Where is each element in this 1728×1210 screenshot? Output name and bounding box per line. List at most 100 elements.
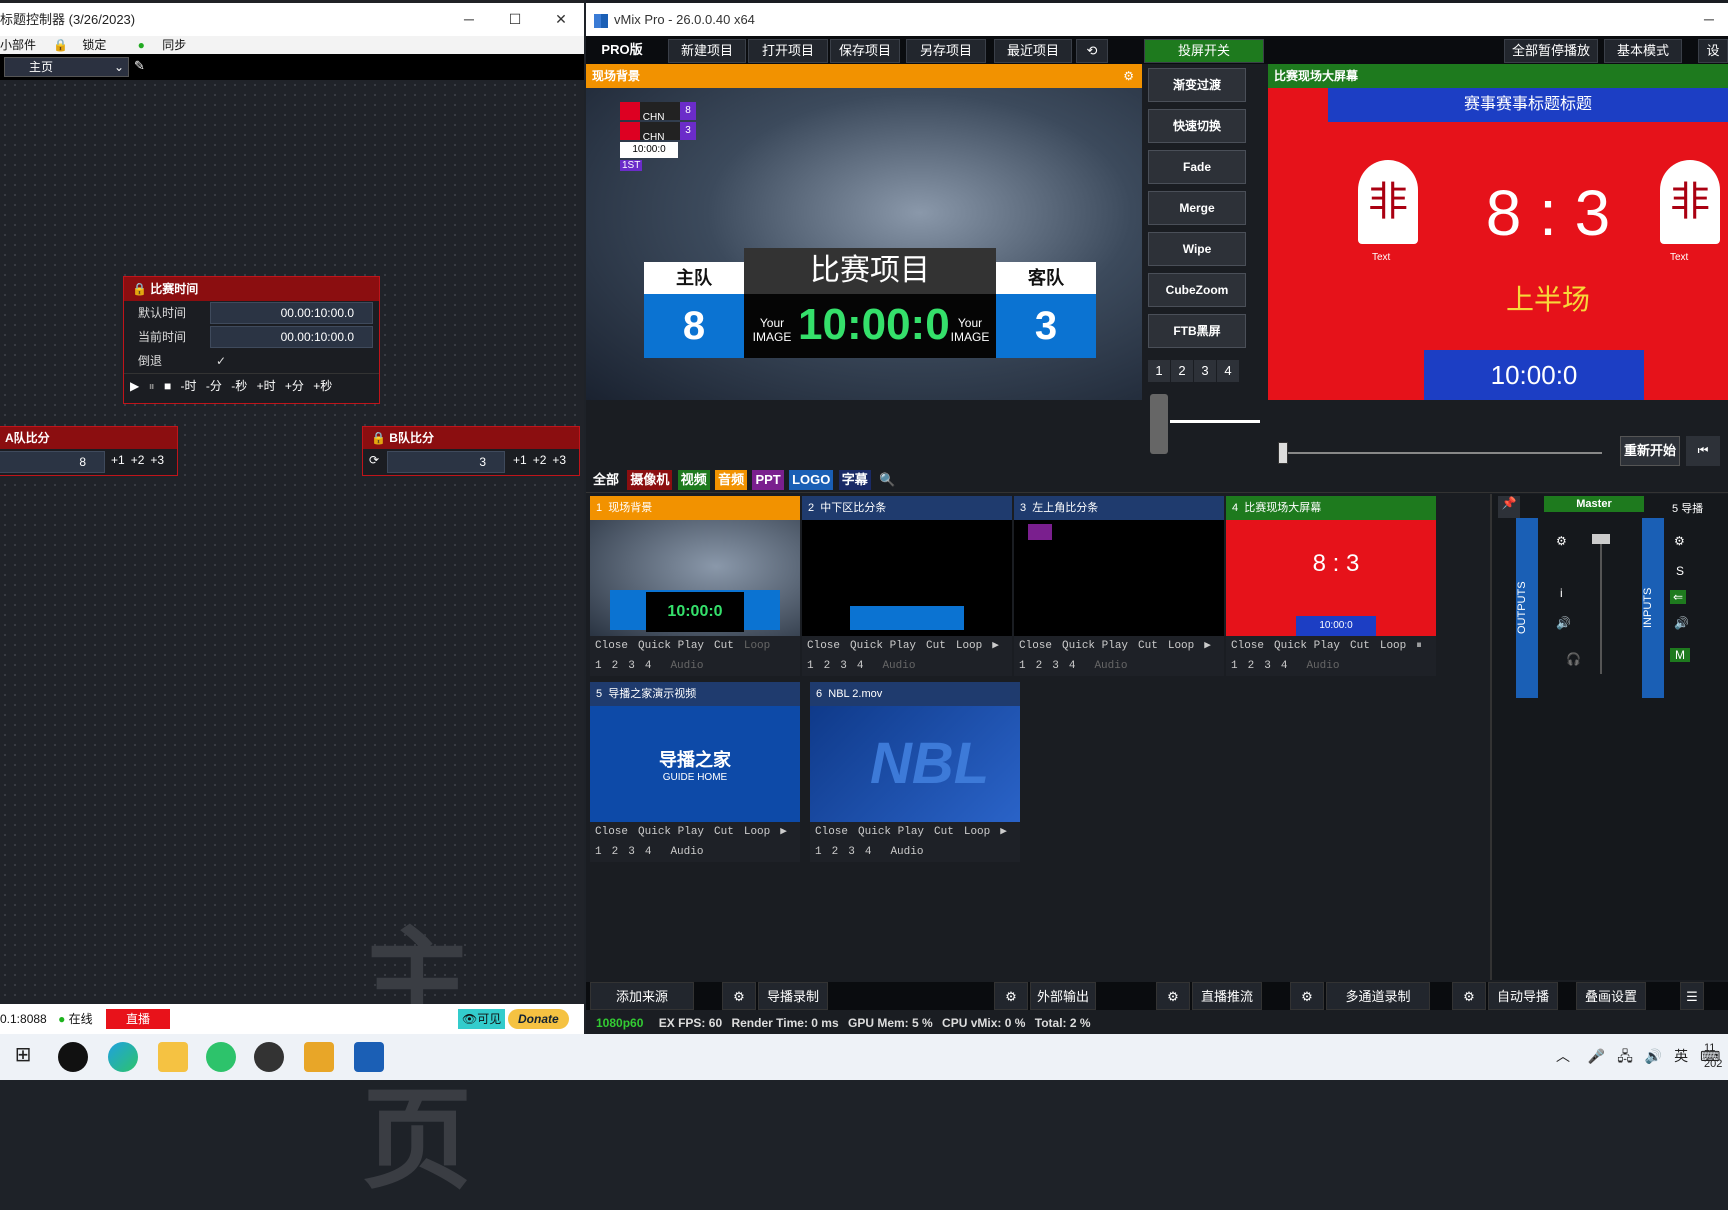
edit-icon[interactable]: ✎ [134,58,145,74]
donate-button[interactable]: Donate [508,1009,569,1029]
visible-toggle[interactable]: 👁可见 [458,1009,506,1029]
qq-icon[interactable] [58,1042,88,1072]
minus-second-button[interactable]: -秒 [231,374,247,398]
chevron-up-icon[interactable]: ︿ [1556,1048,1570,1064]
ftb-button[interactable]: FTB黑屏 [1148,314,1246,348]
fade-transition-button[interactable]: 渐变过渡 [1148,68,1246,102]
minimize-button[interactable]: ─ [446,3,492,36]
microphone-icon[interactable]: 🎤 [1588,1048,1605,1064]
team-b-score-field[interactable]: 3 [387,451,505,473]
external-output-button[interactable]: 外部输出 [1030,982,1096,1010]
tab-ppt[interactable]: PPT [752,470,784,490]
folder-icon[interactable] [158,1042,188,1072]
cubezoom-button[interactable]: CubeZoom [1148,273,1246,307]
gear-icon[interactable]: ⚙ [1452,982,1486,1010]
input-4[interactable]: 4 比赛现场大屏幕 8 : 3 10:00:0 Close Quick Play C… [1226,496,1436,676]
menu-icon[interactable]: ☰ [1680,982,1704,1010]
menu-lock[interactable]: 🔒 锁定 [53,38,120,52]
tab-audio[interactable]: 音频 [715,470,748,490]
overlay-settings-button[interactable]: 叠画设置 [1576,982,1646,1010]
page-select[interactable]: 主页 ⌄ [4,57,129,77]
input-6[interactable]: 6 NBL 2.mov NBL Close Quick Play Cut Loop ▶ … [810,682,1020,862]
skip-back-icon[interactable]: ⏮ [1686,436,1720,466]
plus-two-button[interactable]: +2 [131,453,145,467]
gear-icon[interactable]: ⚙ [994,982,1028,1010]
default-time-field[interactable]: 00.00:10:00.0 [210,302,373,324]
gear-icon[interactable]: ⚙ [1156,982,1190,1010]
headphones-icon[interactable]: 🎧 [1566,652,1581,666]
plus-two-button[interactable]: +2 [533,453,547,467]
app-icon[interactable] [304,1042,334,1072]
preview-pane[interactable]: 现场背景 ⚙ CHN 8 CHN 3 10:00:01ST 主队 8 比赛项目 You… [586,64,1142,400]
maximize-button[interactable]: ☐ [492,3,538,36]
gear-icon[interactable]: ⚙ [1290,982,1324,1010]
save-as-button[interactable]: 另存项目 [906,39,986,63]
output-slider-handle[interactable] [1278,442,1288,464]
play-icon[interactable]: ▶ [1204,640,1211,652]
play-icon[interactable]: ▶ [1000,826,1007,838]
minimize-button[interactable]: ─ [1686,3,1728,36]
info-icon[interactable]: i [1560,586,1563,600]
mute-button[interactable]: M [1670,648,1690,662]
merge-button[interactable]: Merge [1148,191,1246,225]
network-icon[interactable]: 🖧 [1617,1048,1633,1064]
master-fader[interactable] [1592,534,1610,544]
auto-director-button[interactable]: 自动导播 [1488,982,1558,1010]
search-icon[interactable]: 🔍 [876,470,898,490]
team-a-score-field[interactable]: 8 [0,451,105,473]
tab-video[interactable]: 视频 [677,470,710,490]
volume-icon[interactable]: 🔊 [1645,1048,1662,1064]
edge-icon[interactable] [108,1042,138,1072]
lock-icon[interactable]: 🔒 [132,282,150,296]
pause-icon[interactable]: ⏸ [149,374,155,398]
input-3[interactable]: 3 左上角比分条 Close Quick Play Cut Loop ▶ 1 2 3 4 Aud… [1014,496,1224,676]
speaker-icon[interactable]: 🔊 [1674,616,1689,630]
tab-camera[interactable]: 摄像机 [627,470,673,490]
new-project-button[interactable]: 新建项目 [668,39,746,63]
plus-one-button[interactable]: +1 [513,453,527,467]
quick-cut-button[interactable]: 快速切换 [1148,109,1246,143]
task-view-icon[interactable]: ⊞ [8,1042,38,1072]
tab-logo[interactable]: LOGO [789,470,834,490]
reset-icon[interactable]: ⟳ [369,453,379,467]
restart-button[interactable]: 重新开始 [1620,436,1680,466]
gear-icon[interactable]: ⚙ [722,982,756,1010]
gear-icon[interactable]: ⚙ [1674,534,1685,548]
settings-button[interactable]: 设 [1698,39,1728,63]
live-button[interactable]: 直播 [106,1009,171,1029]
pause-icon[interactable]: ⏸ [1416,640,1422,652]
menu-sync[interactable]: ● 同步 [138,38,201,52]
stop-icon[interactable]: ■ [164,374,171,398]
current-time-field[interactable]: 00.00:10:00.0 [210,326,373,348]
input-5[interactable]: 5 导播之家演示视频 导播之家 GUIDE HOME Close Quick Pl… [590,682,800,862]
obs-icon[interactable] [254,1042,284,1072]
language-indicator[interactable]: 英 [1674,1048,1688,1064]
recent-projects-button[interactable]: 最近项目 [994,39,1072,63]
stop-all-button[interactable]: 全部暂停播放 [1504,39,1598,63]
plus-three-button[interactable]: +3 [150,453,164,467]
reverse-checkbox[interactable]: ✓ [216,349,226,373]
record-button[interactable]: 导播录制 [758,982,828,1010]
plus-three-button[interactable]: +3 [552,453,566,467]
play-icon[interactable]: ▶ [992,640,999,652]
t-bar-handle[interactable] [1150,394,1168,454]
play-icon[interactable]: ▶ [780,826,787,838]
tab-all[interactable]: 全部 [590,470,622,490]
plus-hour-button[interactable]: +时 [257,374,276,398]
stream-button[interactable]: 直播推流 [1192,982,1262,1010]
basic-mode-button[interactable]: 基本模式 [1604,39,1682,63]
add-input-button[interactable]: 添加来源 [590,982,694,1010]
play-icon[interactable]: ▶ [130,374,139,398]
gear-icon[interactable]: ⚙ [1556,534,1567,548]
close-button[interactable]: ✕ [538,3,584,36]
wipe-button[interactable]: Wipe [1148,232,1246,266]
plus-minute-button[interactable]: +分 [285,374,304,398]
clock[interactable]: 11 202 [1704,1040,1722,1072]
pin-icon[interactable]: 📌 [1498,496,1520,518]
refresh-icon[interactable]: ⟲ [1076,39,1108,63]
input-1[interactable]: 1 现场背景 10:00:0 Close Quick Play Cut Loop 12… [590,496,800,676]
fade-button[interactable]: Fade [1148,150,1246,184]
input-2[interactable]: 2 中下区比分条 Close Quick Play Cut Loop ▶ 1 2 3 4 Aud… [802,496,1012,676]
vmix-taskbar-icon[interactable] [354,1042,384,1072]
open-project-button[interactable]: 打开项目 [748,39,828,63]
